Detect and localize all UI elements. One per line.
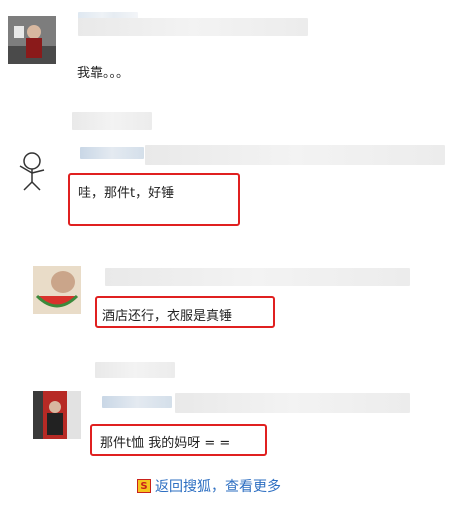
username-blurred bbox=[95, 362, 175, 378]
back-link-label: 返回搜狐，查看更多 bbox=[155, 479, 281, 495]
username-blurred bbox=[72, 112, 152, 130]
meta-blurred bbox=[145, 145, 445, 165]
avatar[interactable] bbox=[33, 391, 81, 439]
meta-blurred bbox=[102, 396, 172, 408]
meta-blurred bbox=[78, 18, 308, 36]
sohu-logo-icon: S bbox=[137, 479, 151, 493]
avatar[interactable] bbox=[10, 148, 54, 192]
comment-text: 哇，那件t，好锤 bbox=[78, 186, 175, 201]
meta-blurred bbox=[175, 393, 410, 413]
man-avatar-photo bbox=[8, 16, 56, 64]
comment-text: 酒店还行，衣服是真锤 bbox=[102, 309, 233, 324]
stick-figure-avatar bbox=[19, 152, 45, 191]
person-red-door-avatar bbox=[33, 391, 81, 439]
avatar[interactable] bbox=[8, 16, 56, 64]
comment-text: 我靠。。。 bbox=[77, 66, 130, 81]
comment-text: 那件t恤 我的妈呀 = = bbox=[100, 436, 231, 451]
cat-watermelon-avatar bbox=[33, 266, 81, 314]
username-blurred bbox=[105, 268, 410, 286]
back-to-sohu-link[interactable]: S 返回搜狐，查看更多 bbox=[137, 476, 281, 496]
meta-blurred bbox=[80, 147, 144, 159]
avatar[interactable] bbox=[33, 266, 81, 314]
